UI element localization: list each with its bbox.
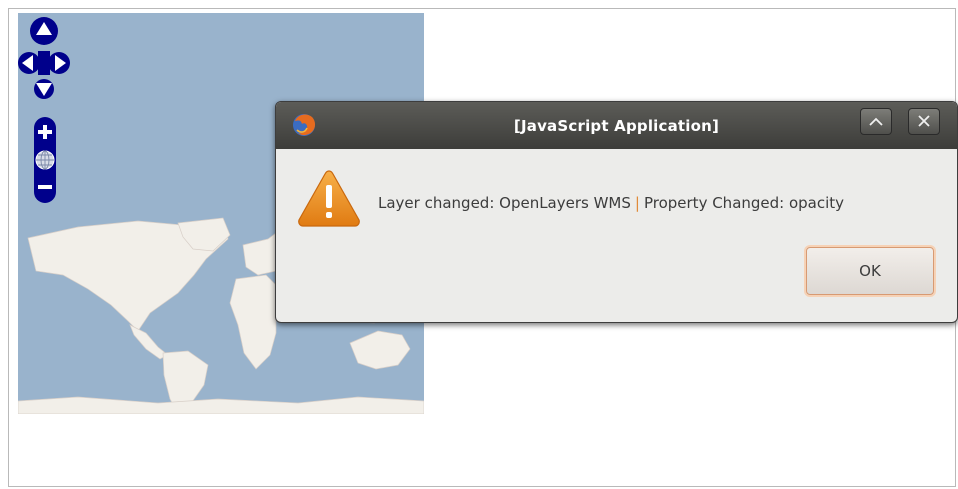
ok-button[interactable]: OK [806, 247, 934, 295]
close-button[interactable] [908, 108, 940, 135]
pan-center [38, 51, 50, 75]
pan-down-icon[interactable] [34, 79, 54, 99]
alert-dialog: [JavaScript Application] Layer changed: … [275, 101, 958, 323]
message-property: Property Changed: opacity [643, 194, 845, 212]
chevron-up-icon [869, 117, 883, 126]
close-icon [918, 115, 930, 127]
zoom-control[interactable] [30, 117, 60, 203]
dialog-titlebar[interactable]: [JavaScript Application] [276, 102, 957, 149]
pan-left-icon[interactable] [18, 52, 40, 74]
warning-triangle-icon [298, 170, 360, 227]
dialog-message: Layer changed: OpenLayers WMS | Property C… [378, 194, 844, 212]
pan-control[interactable] [18, 13, 70, 99]
message-layer: Layer changed: OpenLayers WMS [378, 194, 631, 212]
pan-up-icon[interactable] [30, 17, 58, 45]
zoom-out-icon[interactable] [38, 185, 52, 189]
pan-right-icon[interactable] [48, 52, 70, 74]
message-separator: | [634, 194, 640, 212]
zoom-world-icon[interactable] [35, 150, 55, 170]
dialog-title: [JavaScript Application] [513, 117, 720, 135]
minimize-button[interactable] [860, 108, 892, 135]
